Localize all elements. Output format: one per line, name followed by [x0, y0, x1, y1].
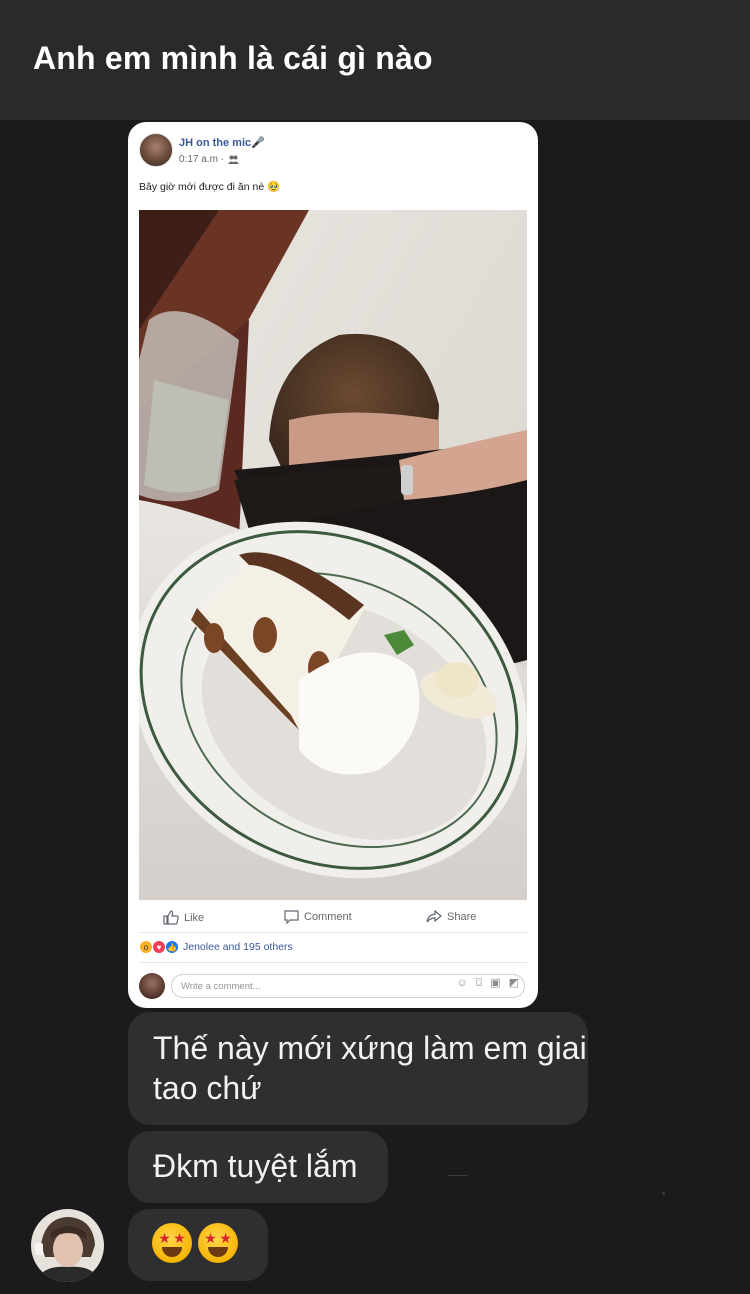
like-reaction-icon: 👍 [165, 940, 179, 954]
background-speck [448, 1175, 468, 1176]
message-bubble[interactable]: Thế này mới xứng làm em giai tao chứ [128, 1012, 588, 1125]
post-meta: 0:17 a.m · [179, 154, 240, 165]
emoji-icon[interactable]: ☺ [456, 977, 467, 989]
wow-reaction-icon: o [139, 940, 153, 954]
camera-icon[interactable]: ⌼ [476, 977, 483, 989]
commenter-avatar [139, 973, 165, 999]
star-struck-emoji-icon: ★ ★ [152, 1223, 192, 1263]
post-divider [139, 962, 527, 963]
post-caption: Bây giờ mới được đi ăn nè 🥹 [139, 181, 281, 193]
shared-post-image[interactable]: JH on the mic🎤 0:17 a.m · Bây giờ mới đư… [128, 122, 538, 1008]
share-action[interactable]: Share [426, 910, 476, 923]
sender-avatar[interactable] [31, 1209, 104, 1282]
post-author-avatar [139, 133, 173, 167]
comment-label: Comment [304, 911, 352, 923]
post-divider [139, 932, 527, 933]
like-label: Like [184, 911, 205, 924]
share-arrow-icon [426, 910, 442, 923]
thumbs-up-icon [163, 910, 179, 925]
comment-tools: ☺ ⌼ ▣ ◩ [456, 977, 519, 989]
post-time: 0:17 a.m · [179, 154, 225, 165]
message-text: Đkm tuyệt lắm [153, 1148, 358, 1184]
post-author-name: JH on the mic🎤 [179, 137, 265, 149]
reaction-summary[interactable]: o ♥ 👍 Jenolee and 195 others [139, 940, 293, 954]
chat-header: Anh em mình là cái gì nào [0, 0, 750, 120]
like-action[interactable]: Like [163, 910, 204, 925]
gif-icon[interactable]: ▣ [490, 977, 500, 989]
sticker-icon[interactable]: ◩ [509, 977, 519, 989]
message-bubble[interactable]: ★ ★ ★ ★ [128, 1209, 268, 1281]
friends-icon [228, 155, 240, 164]
love-reaction-icon: ♥ [152, 940, 166, 954]
chat-title[interactable]: Anh em mình là cái gì nào [33, 40, 433, 77]
message-text: Thế này mới xứng làm em giai tao chứ [153, 1030, 587, 1106]
star-struck-emoji-icon: ★ ★ [198, 1223, 238, 1263]
background-speck [662, 1192, 665, 1195]
post-actions: Like Comment Share [128, 902, 538, 932]
reaction-count: Jenolee and 195 others [183, 941, 293, 953]
comment-bubble-icon [284, 910, 299, 924]
post-photo [139, 210, 527, 900]
comment-composer: Write a comment... ☺ ⌼ ▣ ◩ [139, 972, 527, 1000]
comment-action[interactable]: Comment [284, 910, 352, 924]
message-bubble[interactable]: Đkm tuyệt lắm [128, 1131, 388, 1203]
share-label: Share [447, 910, 477, 923]
